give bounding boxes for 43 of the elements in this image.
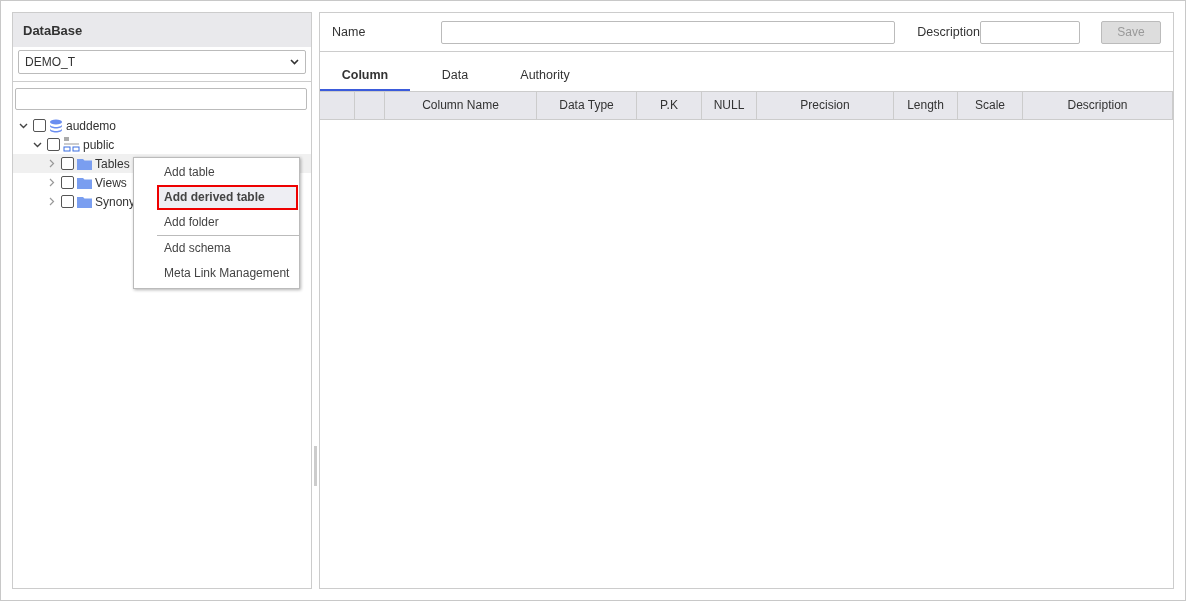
column-header[interactable]: Description [1023,91,1173,119]
tab[interactable]: Data [410,63,500,91]
column-header[interactable]: Length [894,91,958,119]
folder-icon [77,157,92,170]
column-header[interactable]: Precision [757,91,894,119]
tree-item-label[interactable]: public [83,135,115,154]
menu-item[interactable]: Add derived table [157,185,298,210]
checkbox[interactable] [47,138,60,151]
tree-item-label[interactable]: Tables [95,154,130,173]
folder-icon [77,195,92,208]
chevron-right-icon[interactable] [47,197,56,206]
checkbox[interactable] [61,195,74,208]
menu-item[interactable]: Meta Link Management [157,261,298,286]
description-label: Description [917,23,980,41]
tab[interactable]: Authority [500,63,590,91]
search-field[interactable] [15,88,307,110]
tree-item-label[interactable]: Views [95,173,127,192]
column-header[interactable]: P.K [637,91,702,119]
chevron-down-icon [290,59,299,65]
database-select[interactable]: DEMO_T [18,50,306,74]
hierarchy-icon [63,137,80,152]
checkbox[interactable] [61,157,74,170]
column-header[interactable]: Column Name [385,91,537,119]
folder-icon [77,176,92,189]
chevron-down-icon[interactable] [33,140,42,149]
column-header[interactable]: Scale [958,91,1023,119]
name-field[interactable] [441,20,896,44]
menu-item[interactable]: Add folder [157,210,298,235]
menu-item[interactable]: Add table [157,160,298,185]
column-header[interactable]: NULL [702,91,757,119]
checkbox[interactable] [33,119,46,132]
tree-item-label[interactable]: Synony [95,192,136,211]
chevron-right-icon[interactable] [47,178,56,187]
panel-title: DataBase [13,13,311,47]
tree-item-label[interactable]: auddemo [66,116,117,135]
database-icon [49,118,63,133]
description-field[interactable] [979,20,1080,44]
resize-handle[interactable] [314,446,317,486]
chevron-down-icon[interactable] [19,121,28,130]
menu-item[interactable]: Add schema [157,236,298,261]
name-label: Name [332,23,366,41]
checkbox[interactable] [61,176,74,189]
column-header[interactable]: Data Type [537,91,637,119]
